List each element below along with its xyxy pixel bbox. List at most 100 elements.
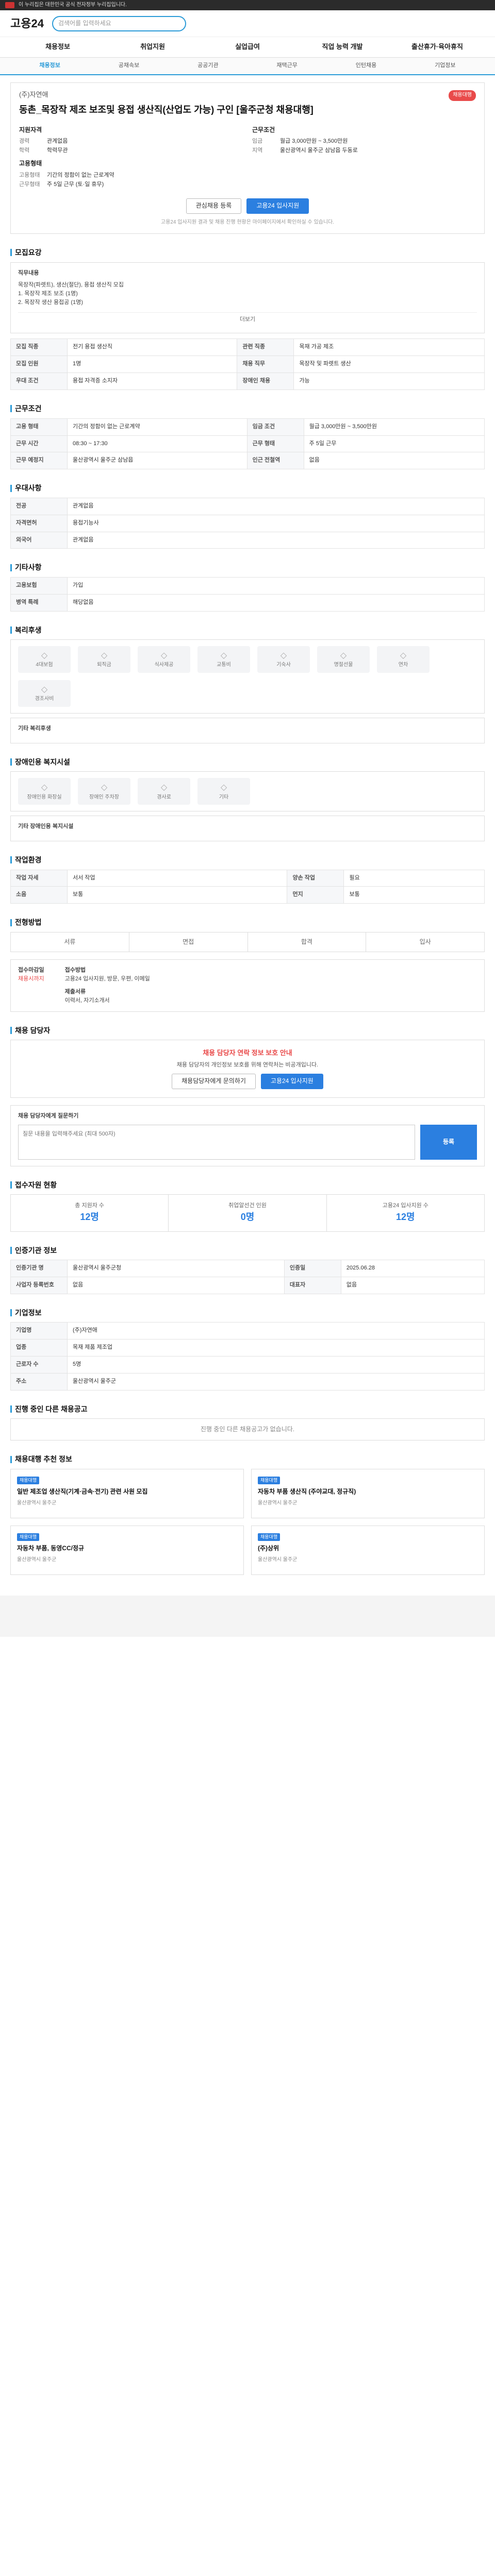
benefit-item: ◇ 경사로 (138, 778, 190, 805)
table-cell: 5명 (67, 1355, 485, 1374)
subnav-item-5[interactable]: 기업정보 (406, 62, 485, 70)
process-step: 서류 (11, 932, 129, 952)
duty-line: 1. 목장작 제조 보조 (1명) (18, 290, 78, 297)
benefit-item: ◇ 연차 (377, 646, 430, 673)
table-header-cell: 외국어 (10, 531, 68, 549)
subnav-item-2[interactable]: 공공기관 (169, 62, 248, 70)
table-header-cell: 인증일 (284, 1259, 341, 1277)
pref-table: 전공 관계없음 자격면허 용접기능사 외국어 관계없음 (10, 497, 485, 549)
search-input[interactable]: 검색어를 입력하세요 (52, 15, 186, 31)
more-button[interactable]: 더보기 (18, 312, 477, 327)
duty-line: 목장작(파렛트), 생산(절단), 용접 생산직 모집 (18, 281, 124, 288)
benefit-icon: ◇ (160, 783, 168, 792)
table-cell: 필요 (343, 869, 485, 887)
agency-table: 인증기관 명 울산광역시 울주군청 인증일 2025.06.28 사업자 등록번호 없음 대… (10, 1259, 485, 1294)
inquiry-button[interactable]: 채용담당자에게 문의하기 (172, 1074, 256, 1090)
gnb-item-4[interactable]: 출산휴가·육아휴직 (390, 42, 485, 52)
benefit-icon: ◇ (41, 685, 48, 694)
benefit-label: 명절선물 (334, 662, 353, 668)
gnb-item-2[interactable]: 실업급여 (200, 42, 295, 52)
recruit-table: 모집 직종 전기 용접 생산직 관련 직종 목재 가공 제조 모집 인원 1명 채용 직무 목… (10, 338, 485, 391)
table-header-cell: 소음 (10, 886, 68, 904)
table-header-cell: 업종 (10, 1338, 68, 1357)
table-cell: 관계없음 (67, 497, 485, 515)
table-header-cell: 전공 (10, 497, 68, 515)
summary-value: 관계없음 (47, 138, 68, 145)
subnav-item-3[interactable]: 재택근무 (248, 62, 326, 70)
benefit-item: ◇ 4대보험 (18, 646, 71, 673)
table-header-cell: 주소 (10, 1372, 68, 1391)
benefit-item: ◇ 퇴직금 (78, 646, 130, 673)
agency-heading: 인증기관 정보 (10, 1245, 485, 1256)
reco-card[interactable]: 채용대행 일반 제조업 생산직(기계·금속·전기) 관련 사원 모집 울산광역시 울… (10, 1468, 244, 1518)
gnb-item-3[interactable]: 직업 능력 개발 (295, 42, 390, 52)
summary-key: 임금 (252, 138, 263, 145)
benefit-icon: ◇ (280, 651, 287, 660)
benefit-icon: ◇ (220, 651, 227, 660)
table-cell: 가능 (293, 372, 485, 391)
table-row: 모집 인원 1명 채용 직무 목장작 및 파렛트 생산 (10, 355, 485, 374)
gnb-item-1[interactable]: 취업지원 (105, 42, 200, 52)
table-header-cell: 먼지 (287, 886, 344, 904)
benefit-label: 장애인 주차장 (89, 794, 119, 800)
table-row: 업종 목재 제품 제조업 (10, 1338, 485, 1357)
table-cell: 해당없음 (67, 594, 485, 612)
benefit-item: ◇ 명절선물 (317, 646, 370, 673)
reco-title[interactable]: 자동차 부품 생산직 (주야교대, 정규직) (258, 1487, 478, 1496)
table-cell: 보통 (67, 886, 288, 904)
env-table: 작업 자세 서서 작업 양손 작업 필요 소음 보통 먼지 보통 (10, 869, 485, 904)
welfare-etc-title: 기타 복리후생 (18, 725, 51, 732)
reco-card[interactable]: 채용대행 자동차 부품 생산직 (주야교대, 정규직) 울산광역시 울주군 (251, 1468, 485, 1518)
table-cell: (주)자연애 (67, 1321, 485, 1340)
table-header-cell: 임금 조건 (246, 418, 304, 436)
reco-card[interactable]: 채용대행 (주)상위 울산광역시 울주군 (251, 1525, 485, 1575)
summary-row: 근무형태 주 5일 근무 (토·일 휴무) (19, 180, 243, 189)
reco-title[interactable]: 자동차 부품, 동영CC/정규 (17, 1544, 237, 1553)
table-row: 근무 시간 08:30 ~ 17:30 근무 형태 주 5일 근무 (10, 435, 485, 453)
contact-alert: 채용 담당자 연락 정보 보호 안내 채용 담당자의 개인정보 보호를 위해 연… (10, 1040, 485, 1098)
table-header-cell: 양손 작업 (287, 869, 344, 887)
question-submit-button[interactable]: 등록 (420, 1125, 477, 1160)
save-job-button[interactable]: 관심채용 등록 (186, 198, 242, 214)
subnav-item-1[interactable]: 공채속보 (89, 62, 168, 70)
process-step: 면접 (129, 932, 248, 952)
table-header-cell: 인증기관 명 (10, 1259, 68, 1277)
table-row: 소음 보통 먼지 보통 (10, 886, 485, 904)
condition-table: 고용 형태 기간의 정함이 없는 근로계약 임금 조건 월급 3,000만원 ~ 3,… (10, 418, 485, 470)
reco-tag: 채용대행 (258, 1533, 280, 1541)
reco-title[interactable]: 일반 제조업 생산직(기계·금속·전기) 관련 사원 모집 (17, 1487, 237, 1496)
gnb-item-0[interactable]: 채용정보 (10, 42, 105, 52)
summary-key: 학력 (19, 147, 30, 154)
reco-title[interactable]: (주)상위 (258, 1544, 478, 1553)
benefit-icon: ◇ (41, 783, 48, 792)
summary-value: 울산광역시 울주군 삼남읍 두동로 (280, 147, 358, 154)
summary-value: 주 5일 근무 (토·일 휴무) (47, 181, 104, 188)
summary-row: 고용형태 기간의 정함이 없는 근로계약 (19, 171, 243, 180)
summary-key: 경력 (19, 138, 30, 145)
site-logo[interactable]: 고용24 (10, 15, 44, 32)
benefit-item: ◇ 교통비 (197, 646, 250, 673)
table-header-cell: 근무 시간 (10, 435, 68, 453)
table-row: 근로자 수 5명 (10, 1355, 485, 1374)
reco-card[interactable]: 채용대행 자동차 부품, 동영CC/정규 울산광역시 울주군 (10, 1525, 244, 1575)
subnav-item-4[interactable]: 인턴채용 (326, 62, 405, 70)
table-header-cell: 사업자 등록번호 (10, 1276, 68, 1294)
benefit-item: ◇ 기타 (197, 778, 250, 805)
sub-nav: 채용정보 공채속보 공공기관 재택근무 인턴채용 기업정보 (0, 58, 495, 75)
summary-value: 월급 3,000만원 ~ 3,500만원 (280, 138, 348, 145)
benefit-label: 식사제공 (154, 662, 174, 668)
gov-flag-icon (5, 2, 14, 8)
stat-label: 총 지원자 수 (75, 1202, 105, 1209)
apply-button[interactable]: 고용24 입사지원 (246, 198, 309, 214)
table-cell: 목재 가공 제조 (293, 338, 485, 357)
question-input[interactable] (18, 1125, 415, 1160)
qa-box: 채용 담당자에게 질문하기 등록 (10, 1105, 485, 1167)
subnav-item-0[interactable]: 채용정보 (10, 62, 89, 70)
company-name[interactable]: (주)자연애 (19, 90, 476, 100)
table-cell: 울산광역시 울주군 (67, 1372, 485, 1391)
apply-button-2[interactable]: 고용24 입사지원 (260, 1074, 323, 1090)
table-header-cell: 근무 예정지 (10, 452, 68, 470)
table-header-cell: 근로자 수 (10, 1355, 68, 1374)
reco-location: 울산광역시 울주군 (17, 1556, 57, 1563)
process-heading: 전형방법 (10, 917, 485, 927)
